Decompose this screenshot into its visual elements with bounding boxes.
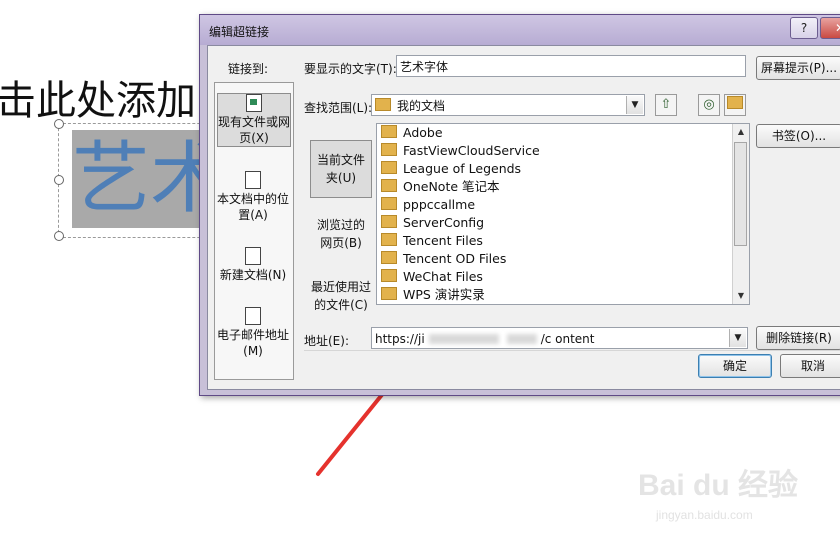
watermark-brand: Bai du 经验 xyxy=(638,469,799,502)
list-item[interactable]: Tencent Files xyxy=(381,232,483,250)
link-to-email-address[interactable]: 电子邮件地址 (M) xyxy=(217,307,289,359)
display-text-input[interactable]: 艺术字体 xyxy=(396,55,746,77)
bookmark-button[interactable]: 书签(O)... xyxy=(756,124,840,148)
baidu-watermark: Bai du 经验 jingyan.baidu.com xyxy=(630,452,830,532)
link-item-label: 电子邮件地址 xyxy=(217,328,290,342)
scroll-thumb[interactable] xyxy=(734,142,747,246)
folder-icon xyxy=(381,179,397,192)
list-item[interactable]: Adobe xyxy=(381,124,443,142)
folder-icon xyxy=(381,233,397,246)
link-item-label: 页(X) xyxy=(239,131,269,145)
divider xyxy=(304,350,840,351)
link-to-panel: 现有文件或网 页(X) 本文档中的位 置(A) 新建文档(N) 电子邮件地址 (… xyxy=(214,82,294,380)
look-in-label: 查找范围(L): xyxy=(304,101,373,115)
nav-item-label: 浏览过的 xyxy=(316,218,365,232)
folder-icon xyxy=(381,215,397,228)
file-name: WeChat Files xyxy=(403,269,483,284)
file-name: League of Legends xyxy=(403,161,522,176)
file-list-scrollbar[interactable]: ▲ ▼ xyxy=(732,124,749,304)
link-item-label: (M) xyxy=(243,344,263,358)
address-value-start: https://ji xyxy=(375,332,425,346)
email-icon xyxy=(245,307,261,325)
link-item-label: 置(A) xyxy=(238,208,268,222)
nav-item-label: 当前文件 xyxy=(316,153,365,167)
browse-web-icon: ◎ xyxy=(703,97,715,112)
file-list[interactable]: Adobe FastViewCloudService League of Leg… xyxy=(376,123,750,305)
list-item[interactable]: OneNote 笔记本 xyxy=(381,178,500,196)
folder-icon xyxy=(381,269,397,282)
list-item[interactable]: Tencent OD Files xyxy=(381,250,506,268)
folder-icon xyxy=(381,251,397,264)
web-page-icon xyxy=(246,94,262,112)
scroll-down-icon[interactable]: ▼ xyxy=(733,288,749,304)
cancel-button[interactable]: 取消 xyxy=(780,354,840,378)
folder-icon xyxy=(381,125,397,138)
link-item-label: 现有文件或网 xyxy=(218,115,291,129)
remove-link-button[interactable]: 删除链接(R) xyxy=(756,326,840,350)
help-button[interactable]: ? xyxy=(790,17,818,39)
nav-item-label: 网页(B) xyxy=(320,236,362,250)
file-name: FastViewCloudService xyxy=(403,143,540,158)
edit-hyperlink-dialog: 编辑超链接 ? ✕ 链接到: 现有文件或网 页(X) 本文档中的位 置(A) 新… xyxy=(199,14,840,396)
link-to-new-document[interactable]: 新建文档(N) xyxy=(217,247,289,287)
link-item-label: 新建文档(N) xyxy=(219,268,287,282)
link-to-place-in-document[interactable]: 本文档中的位 置(A) xyxy=(217,171,289,223)
file-name: Tencent OD Files xyxy=(403,251,507,266)
close-button[interactable]: ✕ xyxy=(820,17,840,39)
nav-item-label: 夹(U) xyxy=(325,171,357,185)
link-item-label: 本文档中的位 xyxy=(217,192,290,206)
folder-icon xyxy=(375,98,391,111)
chevron-down-icon[interactable]: ▼ xyxy=(729,329,746,347)
scroll-up-icon[interactable]: ▲ xyxy=(733,124,749,140)
dialog-body: 链接到: 现有文件或网 页(X) 本文档中的位 置(A) 新建文档(N) 电子邮… xyxy=(207,45,840,390)
nav-item-label: 最近使用过 xyxy=(310,280,371,294)
list-item[interactable]: WeChat Files xyxy=(381,268,483,286)
file-name: ServerConfig xyxy=(403,215,485,230)
link-to-label: 链接到: xyxy=(228,62,269,76)
open-folder-icon xyxy=(727,96,743,109)
redacted-text xyxy=(428,334,499,344)
list-item[interactable]: pppccallme xyxy=(381,196,475,214)
list-item[interactable]: ServerConfig xyxy=(381,214,484,232)
link-to-existing-file[interactable]: 现有文件或网 页(X) xyxy=(217,93,291,147)
display-text-label: 要显示的文字(T): xyxy=(304,62,397,76)
nav-recent-files[interactable]: 最近使用过 的文件(C) xyxy=(310,278,372,318)
look-in-combo[interactable]: 我的文档 ▼ xyxy=(371,94,645,116)
nav-browsed-pages[interactable]: 浏览过的 网页(B) xyxy=(310,216,372,256)
list-item[interactable]: FastViewCloudService xyxy=(381,142,540,160)
folder-icon xyxy=(381,143,397,156)
look-in-value: 我的文档 xyxy=(397,99,446,113)
list-item[interactable]: WPS 演讲实录 xyxy=(381,286,485,304)
file-name: pppccallme xyxy=(403,197,476,212)
redacted-text xyxy=(506,334,537,344)
browse-web-button[interactable]: ◎ xyxy=(698,94,720,116)
list-item[interactable]: League of Legends xyxy=(381,160,521,178)
address-value-end: /c ontent xyxy=(540,332,595,346)
address-label: 地址(E): xyxy=(304,334,349,348)
file-name: Tencent Files xyxy=(403,233,483,248)
new-document-icon xyxy=(245,247,261,265)
up-folder-icon: ⇧ xyxy=(660,97,672,112)
file-name: OneNote 笔记本 xyxy=(403,179,500,194)
screentip-button[interactable]: 屏幕提示(P)... xyxy=(756,56,840,80)
file-name: Adobe xyxy=(403,125,443,140)
up-folder-button[interactable]: ⇧ xyxy=(655,94,677,116)
look-in-nav-panel: 当前文件 夹(U) 浏览过的 网页(B) 最近使用过 的文件(C) xyxy=(310,140,372,338)
chevron-down-icon[interactable]: ▼ xyxy=(626,96,643,114)
ok-button[interactable]: 确定 xyxy=(698,354,772,378)
nav-current-folder[interactable]: 当前文件 夹(U) xyxy=(310,140,372,198)
dialog-titlebar[interactable]: 编辑超链接 ? ✕ xyxy=(200,15,840,45)
folder-icon xyxy=(381,287,397,300)
document-place-icon xyxy=(245,171,261,189)
browse-file-button[interactable] xyxy=(724,94,746,116)
nav-item-label: 的文件(C) xyxy=(314,298,368,312)
address-input[interactable]: https://ji/c ontent ▼ xyxy=(371,327,748,349)
folder-icon xyxy=(381,161,397,174)
folder-icon xyxy=(381,197,397,210)
watermark-url: jingyan.baidu.com xyxy=(656,508,753,522)
dialog-title: 编辑超链接 xyxy=(209,25,270,39)
file-name: WPS 演讲实录 xyxy=(403,287,485,302)
